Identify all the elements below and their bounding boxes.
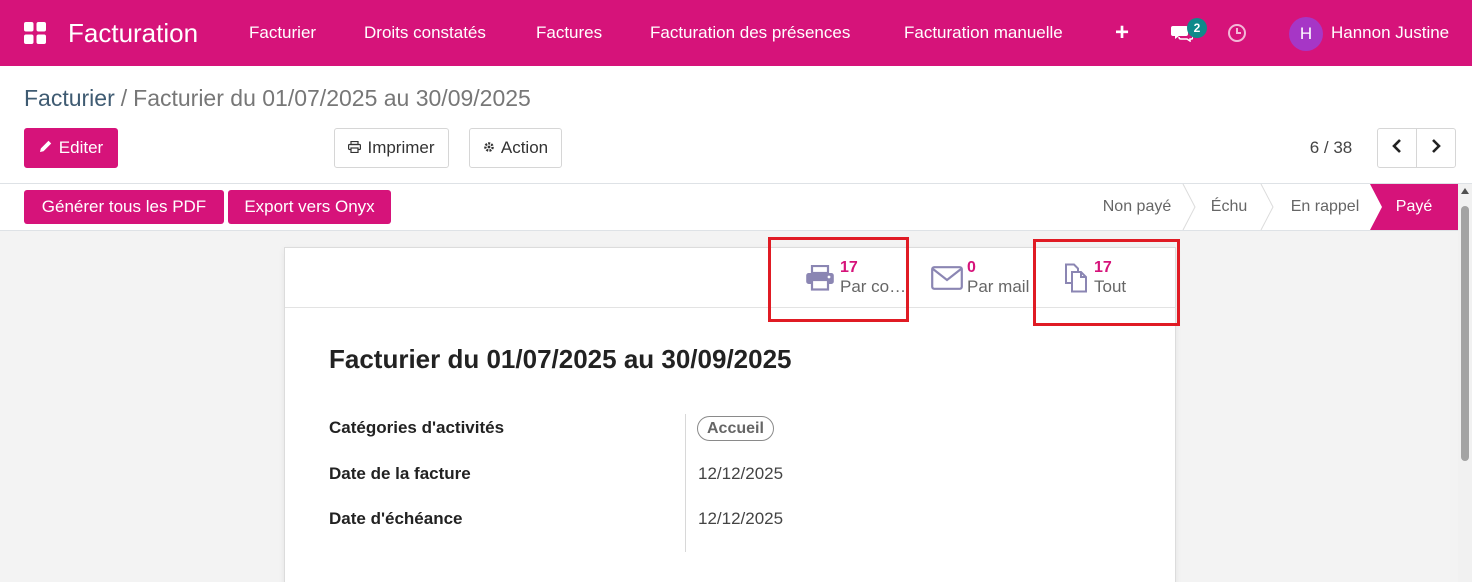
stage-echu[interactable]: Échu xyxy=(1196,184,1262,230)
grid-icon[interactable] xyxy=(22,0,48,66)
par-courrier-label: Par co… xyxy=(840,277,907,297)
field-label-date-facture: Date de la facture xyxy=(329,464,471,483)
par-mail-smart-button[interactable]: 0 Par mail xyxy=(930,248,1029,308)
top-navbar: Facturation Facturier Droits constatés F… xyxy=(0,0,1472,66)
edit-button[interactable]: Editer xyxy=(24,128,118,168)
par-mail-count: 0 xyxy=(967,259,976,277)
control-panel: Facturier / Facturier du 01/07/2025 au 3… xyxy=(0,66,1472,184)
scrollbar[interactable] xyxy=(1458,184,1472,582)
field-value-date-echeance: 12/12/2025 xyxy=(698,509,784,528)
record-title: Facturier du 01/07/2025 au 30/09/2025 xyxy=(329,344,792,374)
stage-separator xyxy=(1260,184,1274,230)
field-value-date-facture: 12/12/2025 xyxy=(698,464,784,483)
print-button-label: Imprimer xyxy=(367,138,435,157)
field-separator xyxy=(685,414,686,552)
menu-item-facturation-presences[interactable]: Facturation des présences xyxy=(650,0,850,66)
plus-icon[interactable]: + xyxy=(1112,0,1132,66)
field-label-categories: Catégories d'activités xyxy=(329,418,505,437)
par-courrier-smart-button[interactable]: 17 Par co… xyxy=(803,248,906,308)
envelope-icon xyxy=(930,261,964,295)
pager-previous-button[interactable] xyxy=(1377,128,1417,168)
app-brand[interactable]: Facturation xyxy=(68,0,198,66)
action-button[interactable]: Action xyxy=(469,128,562,168)
menu-item-facturation-manuelle[interactable]: Facturation manuelle xyxy=(904,0,1063,66)
stage-en-rappel[interactable]: En rappel xyxy=(1276,184,1374,230)
smart-button-box: 17 Par co… 0 Par mail 17 Tout xyxy=(285,248,1175,308)
pager-next-button[interactable] xyxy=(1416,128,1456,168)
scroll-thumb[interactable] xyxy=(1461,206,1469,461)
copy-icon xyxy=(1057,261,1091,295)
tout-smart-button[interactable]: 17 Tout xyxy=(1057,248,1126,308)
breadcrumb-separator: / xyxy=(120,85,128,111)
generate-all-pdf-button[interactable]: Générer tous les PDF xyxy=(24,190,224,224)
par-mail-label: Par mail xyxy=(967,277,1030,297)
pager-value[interactable]: 6 / 38 xyxy=(1298,128,1364,168)
clock-icon[interactable] xyxy=(1226,0,1248,66)
breadcrumb: Facturier / Facturier du 01/07/2025 au 3… xyxy=(24,85,531,112)
printer-icon xyxy=(803,261,837,295)
tout-count: 17 xyxy=(1094,259,1112,277)
export-onyx-button[interactable]: Export vers Onyx xyxy=(228,190,391,224)
menu-item-factures[interactable]: Factures xyxy=(536,0,602,66)
stage-separator xyxy=(1182,184,1196,230)
user-name[interactable]: Hannon Justine xyxy=(1331,0,1449,66)
tout-label: Tout xyxy=(1094,277,1127,297)
chat-count-badge: 2 xyxy=(1187,18,1207,38)
avatar[interactable]: H xyxy=(1289,17,1323,51)
pencil-icon xyxy=(39,138,53,158)
scroll-up-arrow[interactable] xyxy=(1461,188,1469,194)
category-tag[interactable]: Accueil xyxy=(697,416,774,441)
stage-paye[interactable]: Payé xyxy=(1370,184,1458,230)
action-button-label: Action xyxy=(500,138,549,157)
par-courrier-count: 17 xyxy=(840,259,858,277)
field-label-date-echeance: Date d'échéance xyxy=(329,509,463,528)
stage-non-paye[interactable]: Non payé xyxy=(1088,184,1186,230)
chevron-left-icon xyxy=(1392,138,1402,158)
breadcrumb-parent[interactable]: Facturier xyxy=(24,85,115,112)
menu-item-facturier[interactable]: Facturier xyxy=(249,0,316,66)
printer-icon xyxy=(348,138,362,158)
chevron-right-icon xyxy=(1431,138,1441,158)
gear-icon xyxy=(483,138,495,158)
form-content: 17 Par co… 0 Par mail 17 Tout Facturier … xyxy=(0,231,1458,582)
menu-item-droits-constates[interactable]: Droits constatés xyxy=(364,0,486,66)
statusbar: Générer tous les PDF Export vers Onyx No… xyxy=(0,184,1458,231)
form-sheet: 17 Par co… 0 Par mail 17 Tout Facturier … xyxy=(284,247,1176,582)
print-button[interactable]: Imprimer xyxy=(334,128,449,168)
edit-button-label: Editer xyxy=(58,138,104,157)
breadcrumb-current: Facturier du 01/07/2025 au 30/09/2025 xyxy=(133,85,531,111)
